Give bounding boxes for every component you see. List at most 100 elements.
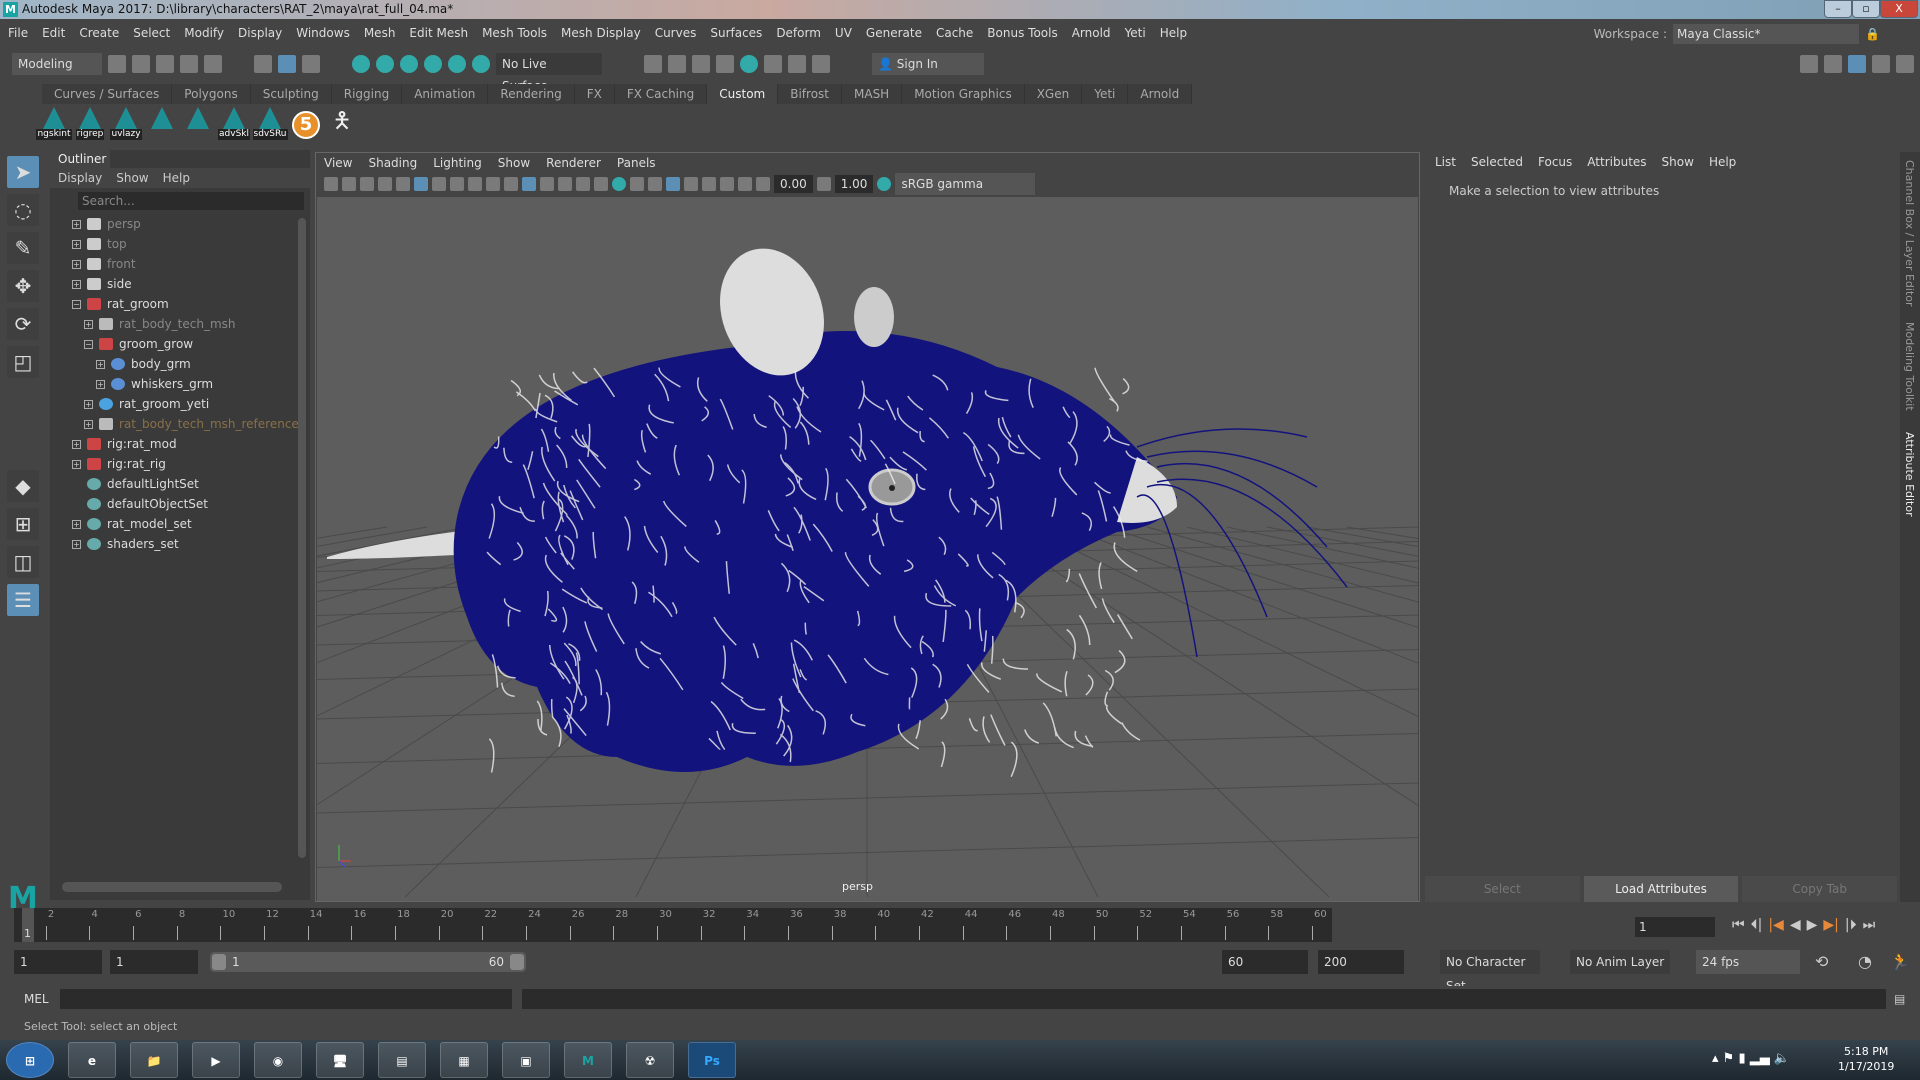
safe-action-icon[interactable]	[468, 177, 482, 191]
time-slider[interactable]: 1 2 4 6 8 10 12 14 16 18 20 22 24 26 28 30 32 34 36 38 40 42 4…	[14, 908, 1332, 942]
ae-select-button[interactable]: Select	[1425, 876, 1580, 902]
shelf-tab-rigging[interactable]: Rigging	[331, 84, 403, 104]
menu-set-dropdown[interactable]: Modeling	[12, 53, 102, 75]
snap-view-icon[interactable]	[424, 55, 442, 73]
menu-bonus-tools[interactable]: Bonus Tools	[987, 26, 1057, 40]
shelf-tab-rendering[interactable]: Rendering	[488, 84, 575, 104]
gamma-field[interactable]: 1.00	[834, 175, 874, 193]
tab-channel-box[interactable]: Channel Box / Layer Editor	[1903, 160, 1916, 307]
paint-select-tool-icon[interactable]: ✎	[7, 232, 39, 264]
ae-menu-selected[interactable]: Selected	[1471, 152, 1523, 172]
mel-input[interactable]	[60, 989, 512, 1009]
viewport-menu-renderer[interactable]: Renderer	[546, 153, 601, 173]
lock-icon[interactable]: 🔒	[1865, 27, 1880, 41]
mel-label[interactable]: MEL	[24, 986, 49, 1012]
menu-curves[interactable]: Curves	[655, 26, 697, 40]
anti-aliasing-icon[interactable]	[666, 177, 680, 191]
expand-icon[interactable]: +	[72, 539, 81, 549]
isolate-select-icon[interactable]	[684, 177, 698, 191]
expand-icon[interactable]: +	[72, 259, 81, 269]
outliner-item[interactable]: defaultObjectSet	[72, 494, 310, 514]
shelf-button[interactable]: rigrep	[75, 107, 105, 143]
ae-menu-help[interactable]: Help	[1709, 152, 1736, 172]
taskbar-media-player-icon[interactable]: ▶	[192, 1042, 240, 1078]
shelf-tab-curves-surfaces[interactable]: Curves / Surfaces	[42, 84, 173, 104]
shelf-tab-mash[interactable]: MASH	[842, 84, 903, 104]
snap-curve-icon[interactable]	[376, 55, 394, 73]
tool-settings-icon[interactable]	[1872, 55, 1890, 73]
menu-mesh[interactable]: Mesh	[364, 26, 396, 40]
step-forward-frame-icon[interactable]: |⏵	[1845, 915, 1857, 935]
taskbar-chrome-icon[interactable]: ◉	[254, 1042, 302, 1078]
shelf-button[interactable]: advSkl	[218, 107, 250, 143]
viewport-menu-show[interactable]: Show	[498, 153, 530, 173]
expand-icon[interactable]: +	[84, 419, 93, 429]
resolution-gate-icon[interactable]	[450, 177, 464, 191]
ae-menu-focus[interactable]: Focus	[1538, 152, 1572, 172]
menu-arnold[interactable]: Arnold	[1072, 26, 1111, 40]
single-view-layout-icon[interactable]: ◆	[7, 470, 39, 502]
step-back-key-icon[interactable]: |◀	[1768, 915, 1783, 935]
open-scene-icon[interactable]	[132, 55, 150, 73]
shelf-button[interactable]	[148, 107, 176, 143]
shelf-tab-fx-caching[interactable]: FX Caching	[614, 84, 708, 104]
outliner-item[interactable]: − rat_groom	[72, 294, 310, 314]
menu-help[interactable]: Help	[1160, 26, 1187, 40]
ae-load-attributes-button[interactable]: Load Attributes	[1583, 876, 1739, 902]
taskbar-internet-explorer-icon[interactable]: e	[68, 1042, 116, 1078]
undo-icon[interactable]	[180, 55, 198, 73]
script-icon[interactable]	[472, 107, 500, 143]
shelf-button[interactable]: sdvSRu	[252, 107, 288, 143]
outliner-item[interactable]: + body_grm	[72, 354, 310, 374]
shelf-tab-yeti[interactable]: Yeti	[1082, 84, 1129, 104]
menu-yeti[interactable]: Yeti	[1125, 26, 1146, 40]
ae-menu-show[interactable]: Show	[1662, 152, 1694, 172]
hypershade-icon[interactable]	[740, 55, 758, 73]
step-forward-key-icon[interactable]: ▶|	[1823, 915, 1838, 935]
wireframe-icon[interactable]	[504, 177, 518, 191]
range-slider[interactable]: 1 60	[210, 952, 526, 972]
restore-button[interactable]: ▫	[1852, 0, 1880, 18]
shelf-tab-arnold[interactable]: Arnold	[1128, 84, 1193, 104]
shelf-button[interactable]: uvlazy	[110, 107, 142, 143]
outliner-horizontal-scrollbar[interactable]	[62, 882, 282, 892]
expand-icon[interactable]: +	[72, 519, 81, 529]
anim-layer-dropdown[interactable]: No Anim Layer	[1570, 950, 1670, 974]
four-view-layout-icon[interactable]: ⊞	[7, 508, 39, 540]
grease-pencil-icon[interactable]	[396, 177, 410, 191]
modeling-toolkit-icon[interactable]	[1800, 55, 1818, 73]
taskbar-remote-desktop-icon[interactable]: 🖥	[316, 1042, 364, 1078]
camera-select-icon[interactable]	[324, 177, 338, 191]
taskbar-photoshop-icon[interactable]: Ps	[688, 1042, 736, 1078]
snap-surface-icon[interactable]	[448, 55, 466, 73]
taskbar-photo-viewer-icon[interactable]: ▣	[502, 1042, 550, 1078]
collapse-icon[interactable]: −	[72, 299, 81, 309]
color-management-icon[interactable]	[877, 177, 892, 191]
outliner-tab[interactable]: Outliner	[50, 150, 110, 168]
smooth-shade-icon[interactable]	[522, 177, 536, 191]
expand-icon[interactable]: +	[72, 279, 81, 289]
expand-icon[interactable]: +	[72, 459, 81, 469]
shelf-tab-custom[interactable]: Custom	[707, 84, 779, 104]
outliner-search-input[interactable]: Search...	[78, 192, 304, 210]
taskbar-other-app-icon[interactable]: ☢	[626, 1042, 674, 1078]
move-tool-icon[interactable]: ✥	[7, 270, 39, 302]
range-end-handle[interactable]	[510, 954, 524, 970]
snap-grid-icon[interactable]	[352, 55, 370, 73]
shelf-tab-fx[interactable]: FX	[574, 84, 615, 104]
outliner-item[interactable]: + rig:rat_mod	[72, 434, 310, 454]
exposure-field[interactable]: 0.00	[774, 175, 813, 193]
live-surface-field[interactable]: No Live Surface	[496, 53, 602, 93]
taskbar-start-icon[interactable]: ⊞	[6, 1042, 54, 1078]
menu-deform[interactable]: Deform	[776, 26, 821, 40]
taskbar-maya-icon[interactable]: M	[564, 1042, 612, 1078]
menu-modify[interactable]: Modify	[184, 26, 224, 40]
play-backwards-icon[interactable]: ◀	[1790, 915, 1801, 935]
shelf-tab-motion-graphics[interactable]: Motion Graphics	[902, 84, 1025, 104]
textured-icon[interactable]	[576, 177, 590, 191]
viewport-menu-view[interactable]: View	[324, 153, 352, 173]
menu-edit-mesh[interactable]: Edit Mesh	[409, 26, 468, 40]
xray-icon[interactable]	[702, 177, 716, 191]
taskbar-calculator-icon[interactable]: ▦	[440, 1042, 488, 1078]
two-view-layout-icon[interactable]: ◫	[7, 546, 39, 578]
